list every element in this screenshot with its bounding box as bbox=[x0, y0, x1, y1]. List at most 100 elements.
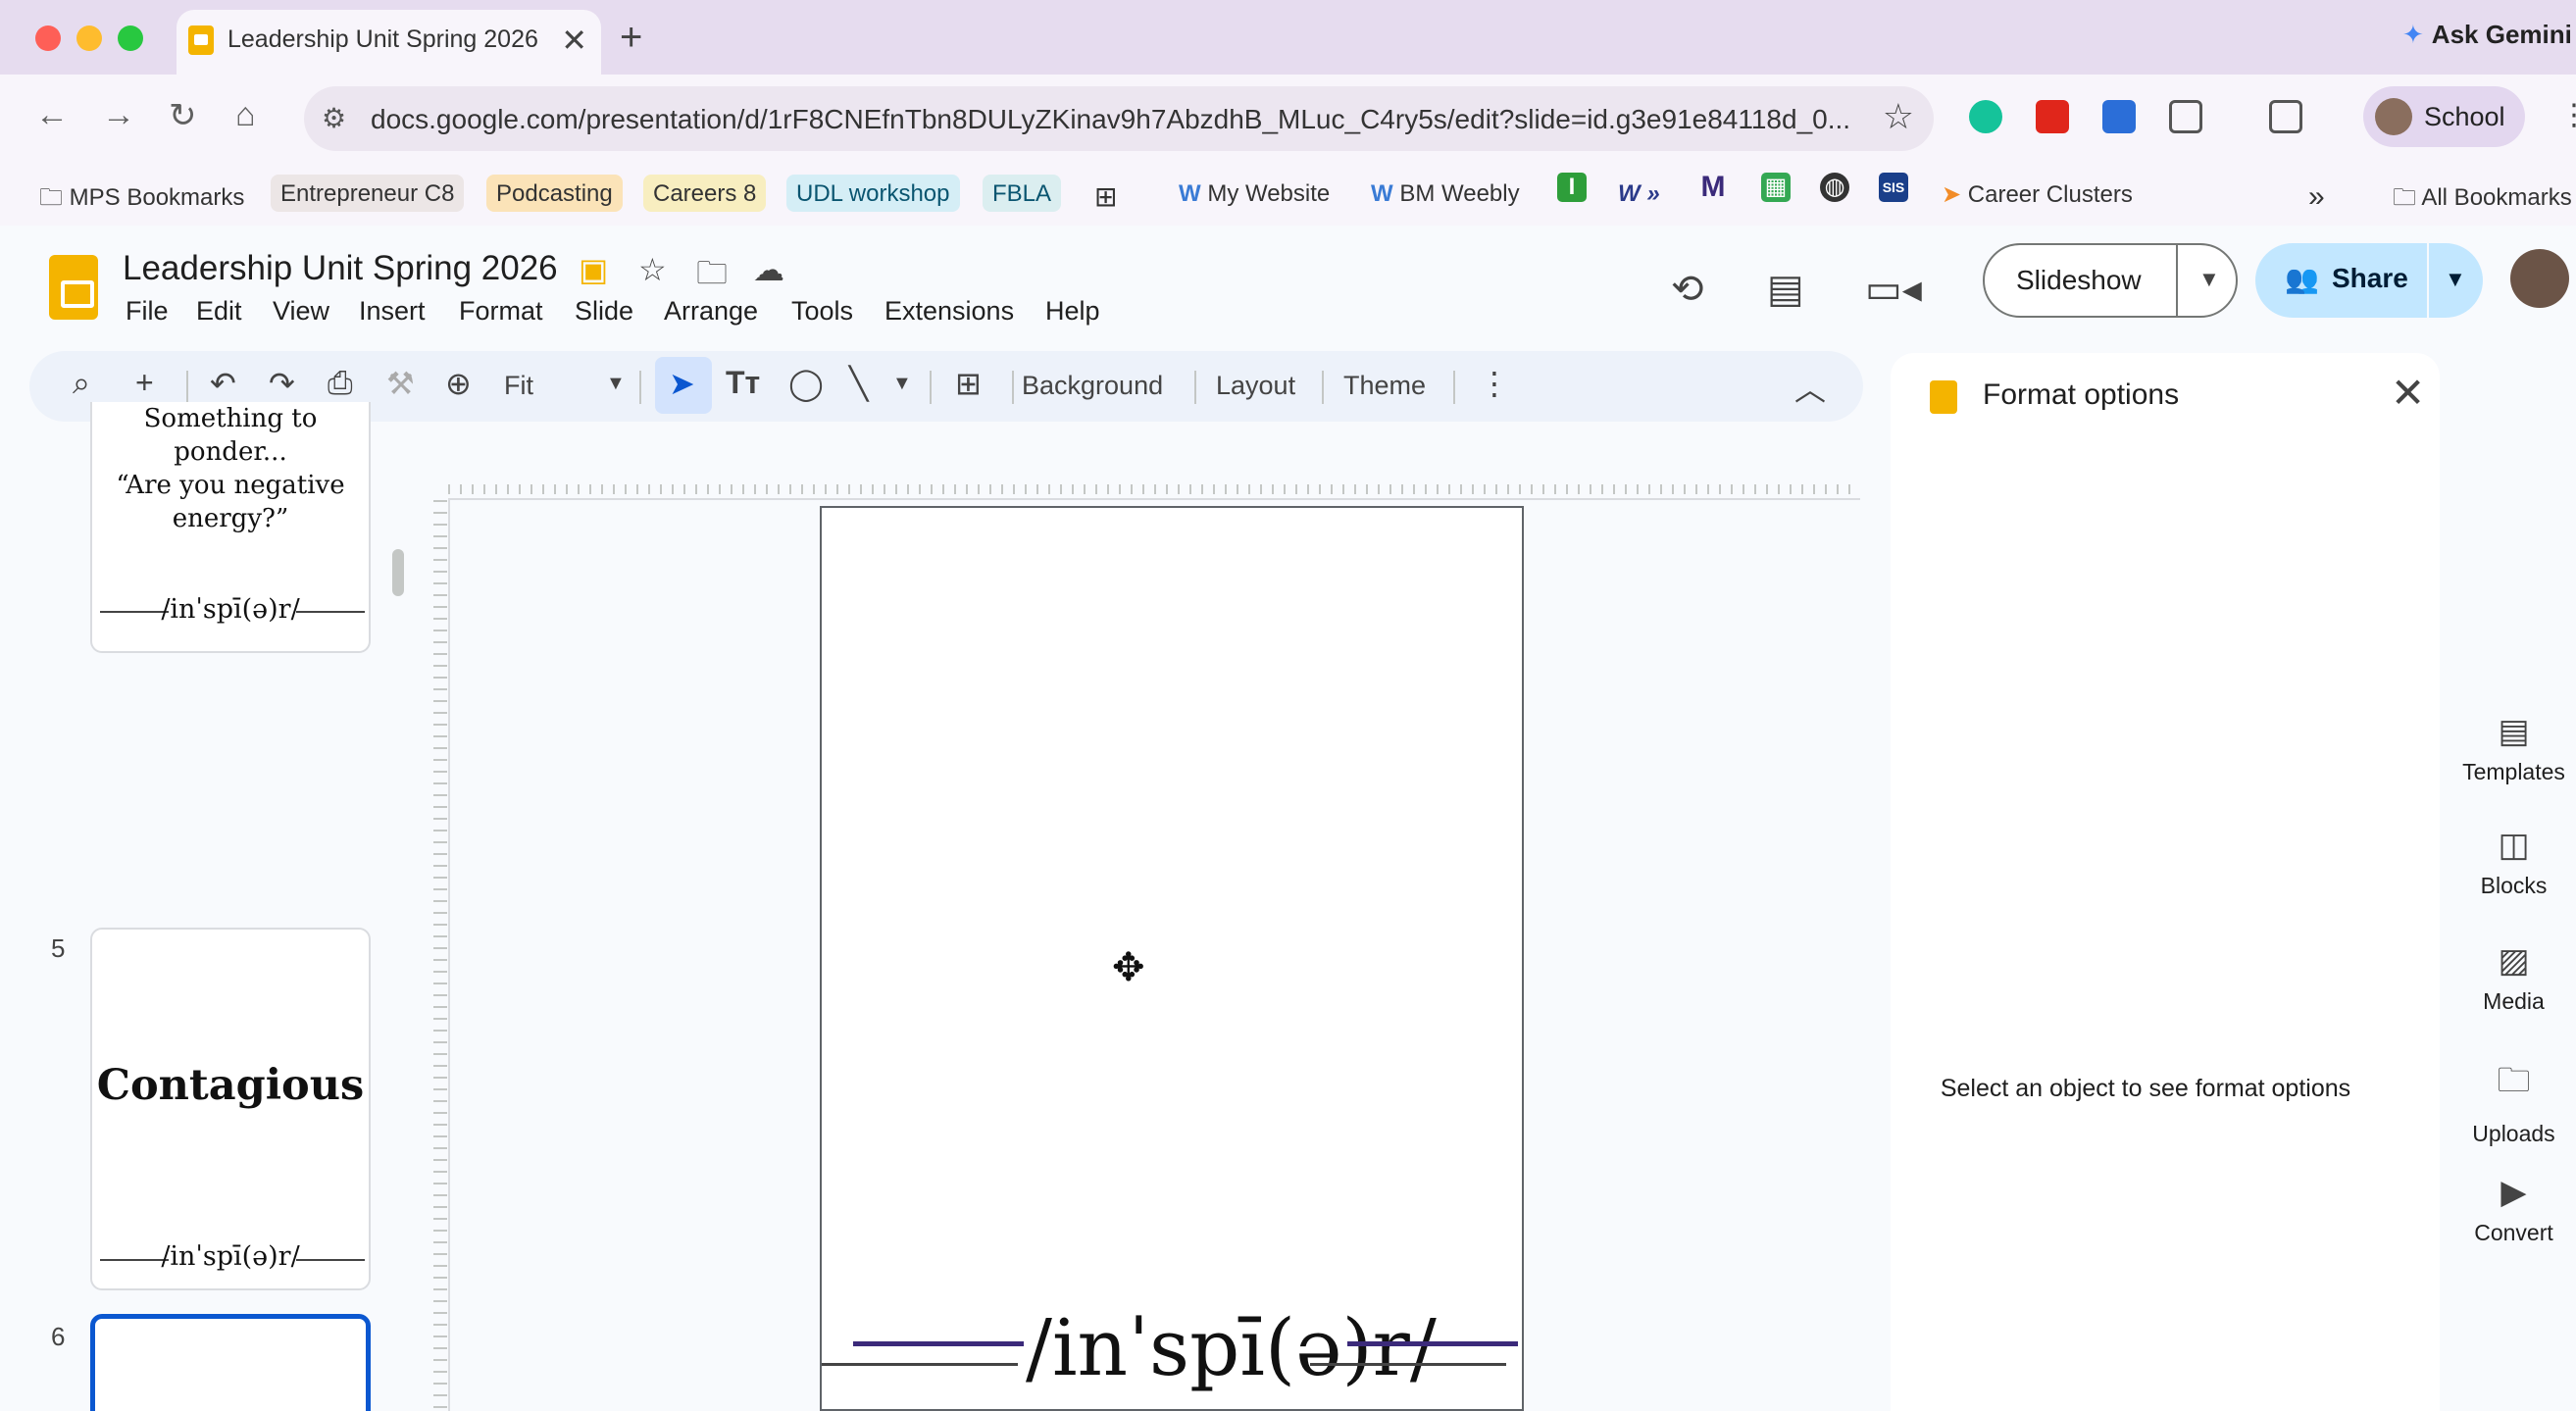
zoom-icon[interactable]: ⊕ bbox=[445, 365, 472, 402]
home-icon[interactable]: ⌂ bbox=[235, 96, 256, 134]
background-button[interactable]: Background bbox=[1022, 371, 1163, 401]
all-bookmarks-button[interactable]: 🗀 All Bookmarks bbox=[2383, 175, 2576, 212]
address-bar[interactable]: ⚙ docs.google.com/presentation/d/1rF8CNE… bbox=[304, 86, 1934, 151]
bookmark-bm-weebly[interactable]: W BM Weebly bbox=[1361, 175, 1530, 212]
bookmarks-overflow-button[interactable]: » bbox=[2298, 175, 2335, 213]
sis-bookmark-icon[interactable]: SIS bbox=[1879, 173, 1908, 202]
menu-arrange[interactable]: Arrange bbox=[664, 296, 758, 327]
word-extension-icon[interactable] bbox=[2102, 100, 2136, 133]
menu-extensions[interactable]: Extensions bbox=[884, 296, 1014, 327]
layout-button[interactable]: Layout bbox=[1216, 371, 1295, 401]
browser-menu-icon[interactable]: ⋮ bbox=[2559, 98, 2576, 132]
menu-slide[interactable]: Slide bbox=[575, 296, 633, 327]
menu-insert[interactable]: Insert bbox=[359, 296, 426, 327]
text-box-icon[interactable]: Tт bbox=[726, 365, 760, 401]
new-tab-button[interactable]: + bbox=[620, 16, 642, 60]
slides-logo-icon[interactable] bbox=[49, 255, 98, 320]
calendar-bookmark-icon[interactable]: ▦ bbox=[1761, 173, 1791, 202]
footer-gray-line bbox=[822, 1363, 1018, 1366]
uploads-button[interactable]: 🗀 Uploads bbox=[2451, 1057, 2576, 1147]
zoom-dropdown-icon[interactable]: ▼ bbox=[606, 373, 626, 395]
footer-line bbox=[296, 611, 365, 613]
bookmark-label: MPS Bookmarks bbox=[69, 184, 245, 211]
slide-thumbnail-6[interactable] bbox=[90, 1314, 371, 1411]
browser-tab[interactable]: Leadership Unit Spring 2026 ✕ bbox=[177, 10, 601, 75]
search-menus-icon[interactable]: ⌕ bbox=[73, 365, 90, 402]
current-slide[interactable]: ✥ /inˈspī(ə)r/ bbox=[820, 506, 1524, 1411]
m-bookmark-icon[interactable]: M bbox=[1698, 173, 1728, 202]
ask-gemini-label: Ask Gemini bbox=[2431, 20, 2572, 49]
line-dropdown-icon[interactable]: ▼ bbox=[892, 373, 912, 395]
bookmark-mps[interactable]: 🗀 MPS Bookmarks bbox=[29, 175, 254, 212]
zoom-select[interactable]: Fit bbox=[504, 371, 533, 401]
star-icon[interactable]: ☆ bbox=[638, 251, 667, 288]
back-icon[interactable]: ← bbox=[35, 96, 69, 134]
templates-button[interactable]: ▤ Templates bbox=[2451, 712, 2576, 785]
filmstrip-scrollbar[interactable] bbox=[392, 549, 404, 596]
menu-view[interactable]: View bbox=[273, 296, 329, 327]
site-info-icon[interactable]: ⚙ bbox=[322, 102, 346, 134]
menu-edit[interactable]: Edit bbox=[196, 296, 242, 327]
menu-format[interactable]: Format bbox=[459, 296, 543, 327]
ask-gemini-button[interactable]: ✦ Ask Gemini bbox=[2402, 20, 2572, 50]
window-minimize-button[interactable] bbox=[76, 25, 102, 51]
globe-bookmark-icon[interactable]: ◍ bbox=[1820, 173, 1849, 202]
menu-file[interactable]: File bbox=[126, 296, 169, 327]
bookmark-word-folder[interactable]: W » bbox=[1608, 175, 1670, 212]
slideshow-dropdown-icon[interactable]: ▼ bbox=[2198, 267, 2220, 292]
meet-camera-icon[interactable]: ▭◂ bbox=[1865, 267, 1922, 312]
extensions-puzzle-icon[interactable] bbox=[2169, 100, 2202, 133]
window-zoom-button[interactable] bbox=[118, 25, 143, 51]
bookmark-star-icon[interactable]: ☆ bbox=[1883, 96, 1914, 137]
reload-icon[interactable]: ↻ bbox=[169, 96, 197, 135]
bookmark-apps-grid[interactable]: ⊞ bbox=[1085, 175, 1127, 212]
menu-tools[interactable]: Tools bbox=[791, 296, 853, 327]
paint-format-icon[interactable]: ⚒ bbox=[386, 365, 415, 402]
collapse-toolbar-icon[interactable]: ︿ bbox=[1794, 365, 1826, 410]
line-icon[interactable]: ╲ bbox=[849, 365, 868, 402]
new-slide-icon[interactable]: + bbox=[135, 365, 154, 401]
convert-button[interactable]: ▶ Convert bbox=[2451, 1173, 2576, 1246]
slide-thumbnail-5[interactable]: Contagious /inˈspī(ə)r/ bbox=[90, 928, 371, 1290]
add-comment-icon[interactable]: ⊞ bbox=[955, 365, 982, 402]
bookmark-fbla[interactable]: FBLA bbox=[983, 175, 1062, 212]
tab-close-icon[interactable]: ✕ bbox=[561, 22, 587, 59]
comments-icon[interactable]: ▤ bbox=[1767, 267, 1804, 312]
print-icon[interactable]: ⎙ bbox=[328, 365, 353, 402]
share-dropdown-icon[interactable]: ▼ bbox=[2445, 267, 2466, 292]
bookmark-career-clusters[interactable]: ➤ Career Clusters bbox=[1932, 175, 2143, 212]
i-bookmark-icon[interactable]: I bbox=[1557, 173, 1587, 202]
bookmark-podcasting[interactable]: Podcasting bbox=[486, 175, 623, 212]
profile-chip[interactable]: School bbox=[2363, 86, 2525, 147]
search-tabs-icon[interactable] bbox=[2269, 100, 2302, 133]
tab-title: Leadership Unit Spring 2026 bbox=[227, 25, 538, 53]
window-close-button[interactable] bbox=[35, 25, 61, 51]
bookmark-careers[interactable]: Careers 8 bbox=[643, 175, 767, 212]
bookmark-my-website[interactable]: W My Website bbox=[1169, 175, 1339, 212]
close-panel-icon[interactable]: ✕ bbox=[2391, 369, 2425, 417]
more-options-icon[interactable]: ⋮ bbox=[1479, 365, 1510, 402]
blocks-button[interactable]: ◫ Blocks bbox=[2451, 826, 2576, 899]
undo-icon[interactable]: ↶ bbox=[210, 365, 236, 402]
menu-help[interactable]: Help bbox=[1045, 296, 1100, 327]
bookmark-entrepreneur[interactable]: Entrepreneur C8 bbox=[271, 175, 465, 212]
forward-icon[interactable]: → bbox=[102, 96, 135, 134]
document-title[interactable]: Leadership Unit Spring 2026 bbox=[123, 249, 558, 288]
select-cursor-icon[interactable]: ➤ bbox=[669, 365, 695, 402]
share-button[interactable]: 👥 Share ▼ bbox=[2255, 243, 2483, 318]
footer-purple-line bbox=[1347, 1341, 1518, 1346]
shape-icon[interactable]: ◯ bbox=[788, 365, 824, 402]
cloud-status-icon[interactable]: ☁ bbox=[753, 251, 784, 288]
move-to-shared-icon[interactable]: ▣ bbox=[579, 251, 608, 288]
account-avatar[interactable] bbox=[2510, 249, 2569, 308]
theme-button[interactable]: Theme bbox=[1343, 371, 1426, 401]
slideshow-button[interactable]: Slideshow ▼ bbox=[1983, 243, 2238, 318]
redo-icon[interactable]: ↷ bbox=[269, 365, 295, 402]
grammarly-extension-icon[interactable] bbox=[1969, 100, 2002, 133]
footer-purple-line bbox=[853, 1341, 1024, 1346]
bookmark-udl[interactable]: UDL workshop bbox=[786, 175, 960, 212]
slide-thumbnail-4[interactable]: Something to ponder... “Are you negative… bbox=[90, 402, 371, 653]
acrobat-extension-icon[interactable] bbox=[2036, 100, 2069, 133]
media-button[interactable]: ▨ Media bbox=[2451, 941, 2576, 1015]
version-history-icon[interactable]: ⟲ bbox=[1671, 267, 1704, 312]
